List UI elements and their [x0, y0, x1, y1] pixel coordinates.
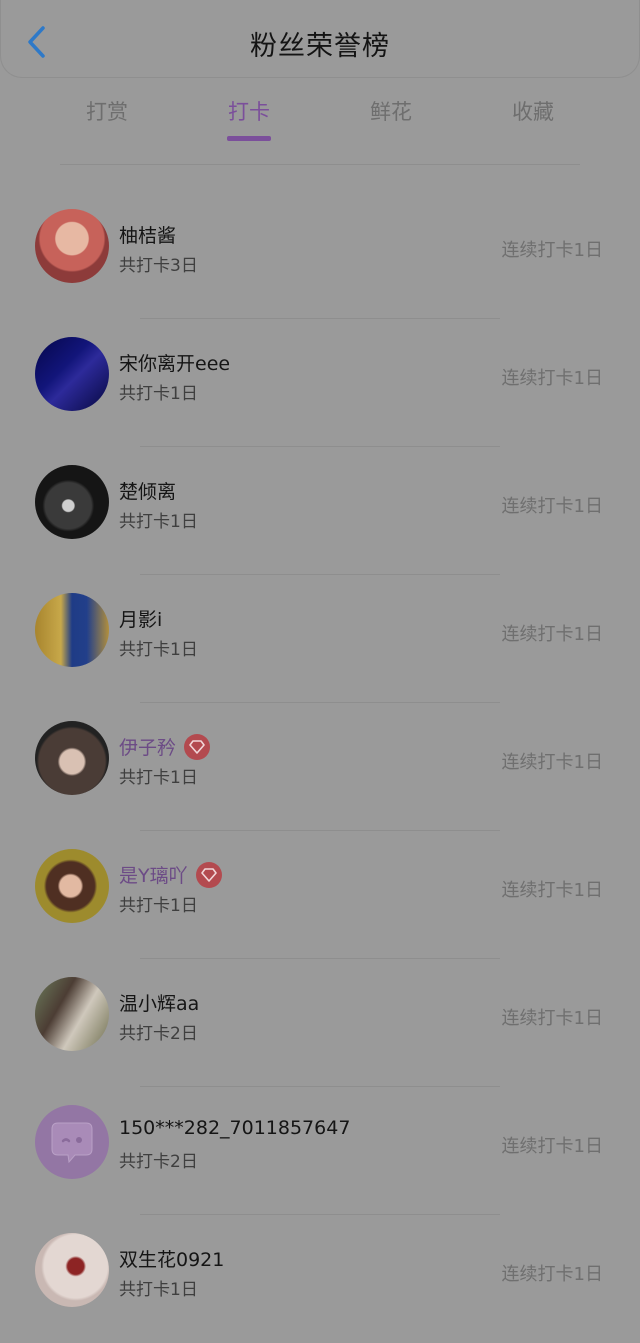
streak-text: 连续打卡1日 — [501, 1008, 603, 1029]
streak-text: 连续打卡1日 — [501, 1264, 603, 1285]
avatar[interactable] — [35, 1233, 109, 1307]
list-item[interactable]: 是Y璃吖 共打卡1日 连续打卡1日 — [0, 832, 640, 959]
top-bar: 粉丝荣誉榜 — [0, 0, 640, 78]
total-checkins: 共打卡1日 — [119, 384, 198, 404]
list-item[interactable]: 双生花0921 共打卡1日 连续打卡1日 — [0, 1216, 640, 1343]
avatar[interactable] — [35, 209, 109, 283]
fan-name: 柚桔酱 — [119, 225, 177, 247]
active-tab-indicator — [227, 136, 271, 141]
row-divider — [140, 1214, 500, 1215]
streak-text: 连续打卡1日 — [501, 880, 603, 901]
fan-name-vip: 伊子矜 — [119, 733, 211, 762]
total-checkins: 共打卡1日 — [119, 640, 198, 660]
fan-name: 双生花0921 — [119, 1249, 225, 1271]
avatar[interactable] — [35, 1105, 109, 1179]
fan-name-vip: 是Y璃吖 — [119, 861, 222, 890]
divider — [60, 164, 580, 165]
tab-label: 收藏 — [512, 100, 554, 124]
tab-bar: 打赏 打卡 鲜花 收藏 — [0, 96, 640, 146]
streak-text: 连续打卡1日 — [501, 1136, 603, 1157]
tab-favorites[interactable]: 收藏 — [483, 96, 583, 126]
list-item[interactable]: 宋你离开eee 共打卡1日 连续打卡1日 — [0, 320, 640, 447]
total-checkins: 共打卡2日 — [119, 1024, 198, 1044]
list-item[interactable]: 150***282_7011857647 共打卡2日 连续打卡1日 — [0, 1088, 640, 1215]
tab-checkin[interactable]: 打卡 — [199, 96, 299, 141]
list-item[interactable]: 伊子矜 共打卡1日 连续打卡1日 — [0, 704, 640, 831]
tab-flowers[interactable]: 鲜花 — [341, 96, 441, 126]
row-divider — [140, 958, 500, 959]
row-divider — [140, 318, 500, 319]
row-divider — [140, 1086, 500, 1087]
tab-label: 打赏 — [86, 100, 128, 124]
streak-text: 连续打卡1日 — [501, 368, 603, 389]
avatar[interactable] — [35, 465, 109, 539]
list-item[interactable]: 楚倾离 共打卡1日 连续打卡1日 — [0, 448, 640, 575]
fan-name: 是Y璃吖 — [119, 865, 188, 887]
streak-text: 连续打卡1日 — [501, 240, 603, 261]
diamond-icon — [189, 739, 205, 754]
tab-label: 打卡 — [228, 100, 270, 124]
list-item[interactable]: 月影i 共打卡1日 连续打卡1日 — [0, 576, 640, 703]
avatar[interactable] — [35, 593, 109, 667]
fan-name: 伊子矜 — [119, 737, 177, 759]
streak-text: 连续打卡1日 — [501, 752, 603, 773]
total-checkins: 共打卡1日 — [119, 896, 198, 916]
avatar[interactable] — [35, 977, 109, 1051]
total-checkins: 共打卡1日 — [119, 768, 198, 788]
total-checkins: 共打卡1日 — [119, 1280, 198, 1300]
list-item[interactable]: 温小辉aa 共打卡2日 连续打卡1日 — [0, 960, 640, 1087]
streak-text: 连续打卡1日 — [501, 624, 603, 645]
avatar[interactable] — [35, 337, 109, 411]
tab-label: 鲜花 — [370, 100, 412, 124]
streak-text: 连续打卡1日 — [501, 496, 603, 517]
page-title: 粉丝荣誉榜 — [250, 31, 390, 62]
fan-name: 月影i — [119, 609, 163, 631]
chat-bubble-icon — [51, 1122, 93, 1164]
vip-badge — [195, 861, 222, 888]
total-checkins: 共打卡1日 — [119, 512, 198, 532]
row-divider — [140, 830, 500, 831]
list-item[interactable]: 柚桔酱 共打卡3日 连续打卡1日 — [0, 192, 640, 319]
total-checkins: 共打卡3日 — [119, 256, 198, 276]
fan-name: 150***282_7011857647 — [119, 1117, 351, 1139]
row-divider — [140, 702, 500, 703]
row-divider — [140, 446, 500, 447]
total-checkins: 共打卡2日 — [119, 1152, 198, 1172]
tab-tip[interactable]: 打赏 — [57, 96, 157, 126]
row-divider — [140, 574, 500, 575]
vip-badge — [184, 733, 211, 760]
fan-name: 楚倾离 — [119, 481, 177, 503]
fan-name: 温小辉aa — [119, 993, 200, 1015]
diamond-icon — [200, 867, 217, 882]
fan-name: 宋你离开eee — [119, 353, 231, 375]
avatar[interactable] — [35, 721, 109, 795]
avatar[interactable] — [35, 849, 109, 923]
